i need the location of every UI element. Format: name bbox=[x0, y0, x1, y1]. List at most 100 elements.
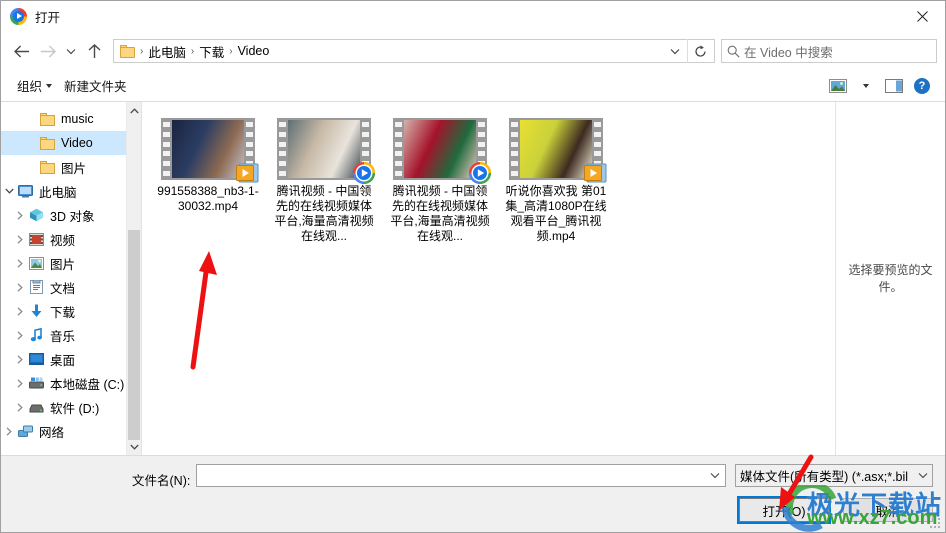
sidebar-item-9[interactable]: 音乐 bbox=[1, 323, 141, 347]
chevron-down-icon[interactable] bbox=[914, 472, 932, 479]
expander-closed-icon[interactable] bbox=[12, 378, 28, 388]
expander-closed-icon[interactable] bbox=[12, 210, 28, 220]
recent-locations-button[interactable] bbox=[61, 38, 81, 64]
dialog-body: music Video 图片 此电脑 3D 对象 视频 图片 文档 下载 音乐 桌面 本地磁盘 (C:… bbox=[1, 102, 945, 455]
file-tile[interactable]: 听说你喜欢我 第01集_高清1080P在线观看平台_腾讯视频.mp4 bbox=[498, 118, 614, 244]
local-disk-icon bbox=[28, 377, 45, 389]
sidebar-item-label: Video bbox=[61, 136, 93, 150]
sidebar-item-11[interactable]: 本地磁盘 (C:) bbox=[1, 371, 141, 395]
sidebar-item-label: 本地磁盘 (C:) bbox=[50, 377, 125, 392]
file-list[interactable]: 991558388_nb3-1-30032.mp4 腾讯视频 - 中国领先的在线视… bbox=[142, 102, 835, 455]
filetype-dropdown[interactable]: 媒体文件(所有类型) (*.asx;*.bil bbox=[735, 464, 933, 487]
media-player-icon bbox=[10, 8, 27, 25]
window-title: 打开 bbox=[35, 11, 61, 25]
3d-objects-icon bbox=[28, 208, 45, 222]
sidebar-item-5[interactable]: 视频 bbox=[1, 227, 141, 251]
close-button[interactable] bbox=[899, 1, 945, 32]
sidebar-item-13[interactable]: 网络 bbox=[1, 419, 141, 443]
sidebar-item-2[interactable]: 图片 bbox=[1, 155, 141, 179]
expander-closed-icon[interactable] bbox=[12, 258, 28, 268]
sidebar-item-8[interactable]: 下载 bbox=[1, 299, 141, 323]
forward-button[interactable] bbox=[35, 38, 61, 64]
help-icon[interactable]: ? bbox=[909, 74, 935, 98]
sidebar-item-7[interactable]: 文档 bbox=[1, 275, 141, 299]
breadcrumb-item-1[interactable]: 下载 bbox=[196, 42, 227, 61]
file-name-label: 腾讯视频 - 中国领先的在线视频媒体平台,海量高清视频在线观... bbox=[390, 184, 490, 243]
sidebar-scrollbar[interactable] bbox=[126, 102, 141, 455]
sidebar-item-6[interactable]: 图片 bbox=[1, 251, 141, 275]
chevron-down-icon[interactable] bbox=[663, 39, 687, 63]
media-player-badge-orange bbox=[235, 160, 259, 184]
sidebar-item-0[interactable]: music bbox=[1, 107, 141, 131]
thumbnail-image bbox=[288, 120, 360, 178]
file-tile[interactable]: 腾讯视频 - 中国领先的在线视频媒体平台,海量高清视频在线观... bbox=[266, 118, 382, 244]
breadcrumb[interactable]: › 此电脑 › 下载 › Video bbox=[113, 39, 715, 63]
chevron-down-icon bbox=[46, 83, 53, 88]
breadcrumb-separator: › bbox=[140, 45, 144, 57]
media-player-badge-blue bbox=[467, 160, 491, 184]
expander-open-icon[interactable] bbox=[1, 188, 17, 194]
breadcrumb-separator: › bbox=[229, 45, 233, 57]
organize-button[interactable]: 组织 bbox=[11, 73, 58, 98]
expander-closed-icon[interactable] bbox=[12, 354, 28, 364]
cancel-button[interactable]: 取消 bbox=[843, 498, 933, 522]
sidebar-item-label: 下载 bbox=[50, 305, 76, 320]
back-button[interactable] bbox=[9, 38, 35, 64]
expander-closed-icon[interactable] bbox=[12, 234, 28, 244]
help-label: ? bbox=[914, 77, 930, 94]
sidebar-item-10[interactable]: 桌面 bbox=[1, 347, 141, 371]
search-box[interactable]: 在 Video 中搜索 bbox=[721, 39, 937, 63]
scroll-up-button[interactable] bbox=[127, 102, 141, 119]
network-icon bbox=[17, 425, 34, 438]
sidebar-item-label: 软件 (D:) bbox=[50, 401, 100, 416]
sidebar-item-4[interactable]: 3D 对象 bbox=[1, 203, 141, 227]
downloads-icon bbox=[28, 304, 45, 318]
file-thumbnail bbox=[161, 118, 259, 183]
expander-closed-icon[interactable] bbox=[12, 306, 28, 316]
toolbar: 组织 新建文件夹 ? bbox=[1, 70, 945, 102]
new-folder-label: 新建文件夹 bbox=[64, 80, 127, 94]
pictures-icon bbox=[28, 256, 45, 270]
breadcrumb-item-0[interactable]: 此电脑 bbox=[145, 42, 189, 61]
expander-closed-icon[interactable] bbox=[12, 282, 28, 292]
sidebar-item-3[interactable]: 此电脑 bbox=[1, 179, 141, 203]
scroll-down-button[interactable] bbox=[127, 438, 141, 455]
organize-label: 组织 bbox=[17, 80, 43, 94]
view-layout-icon[interactable] bbox=[825, 74, 851, 98]
expander-closed-icon[interactable] bbox=[12, 330, 28, 340]
expander-closed-icon[interactable] bbox=[12, 402, 28, 412]
sidebar-item-label: 图片 bbox=[61, 161, 87, 176]
navigation-tree[interactable]: music Video 图片 此电脑 3D 对象 视频 图片 文档 下载 音乐 桌面 本地磁盘 (C:… bbox=[1, 102, 141, 455]
view-dropdown-caret-icon[interactable] bbox=[853, 74, 879, 98]
film-perforations-left bbox=[393, 118, 404, 180]
breadcrumb-item-2[interactable]: Video bbox=[235, 44, 273, 58]
filename-input[interactable] bbox=[196, 464, 726, 487]
film-perforations-left bbox=[161, 118, 172, 180]
sidebar-item-1[interactable]: Video bbox=[1, 131, 141, 155]
drive-icon bbox=[28, 402, 45, 413]
desktop-icon bbox=[28, 353, 45, 365]
open-button[interactable]: 打开(O) bbox=[737, 496, 831, 524]
up-button[interactable] bbox=[81, 38, 107, 64]
sidebar-item-12[interactable]: 软件 (D:) bbox=[1, 395, 141, 419]
media-player-badge-blue bbox=[351, 160, 375, 184]
file-tile[interactable]: 991558388_nb3-1-30032.mp4 bbox=[150, 118, 266, 244]
toolbar-right-group: ? bbox=[825, 74, 935, 98]
refresh-icon[interactable] bbox=[687, 39, 712, 63]
film-perforations-left bbox=[277, 118, 288, 180]
sidebar-item-label: music bbox=[61, 112, 94, 126]
expander-closed-icon[interactable] bbox=[1, 426, 17, 436]
preview-pane-icon[interactable] bbox=[881, 74, 907, 98]
sidebar-item-label: 桌面 bbox=[50, 353, 76, 368]
search-icon bbox=[722, 45, 744, 58]
sidebar-item-label: 音乐 bbox=[50, 329, 76, 344]
file-tile[interactable]: 腾讯视频 - 中国领先的在线视频媒体平台,海量高清视频在线观... bbox=[382, 118, 498, 244]
search-input[interactable]: 在 Video 中搜索 bbox=[744, 42, 833, 61]
file-thumbnail bbox=[393, 118, 491, 184]
scrollbar-thumb[interactable] bbox=[128, 230, 140, 440]
chevron-down-icon[interactable] bbox=[705, 472, 725, 479]
sidebar-item-label: 网络 bbox=[39, 425, 65, 440]
new-folder-button[interactable]: 新建文件夹 bbox=[58, 73, 133, 98]
media-player-badge-orange bbox=[583, 160, 607, 184]
thumbnail-image bbox=[404, 120, 476, 178]
